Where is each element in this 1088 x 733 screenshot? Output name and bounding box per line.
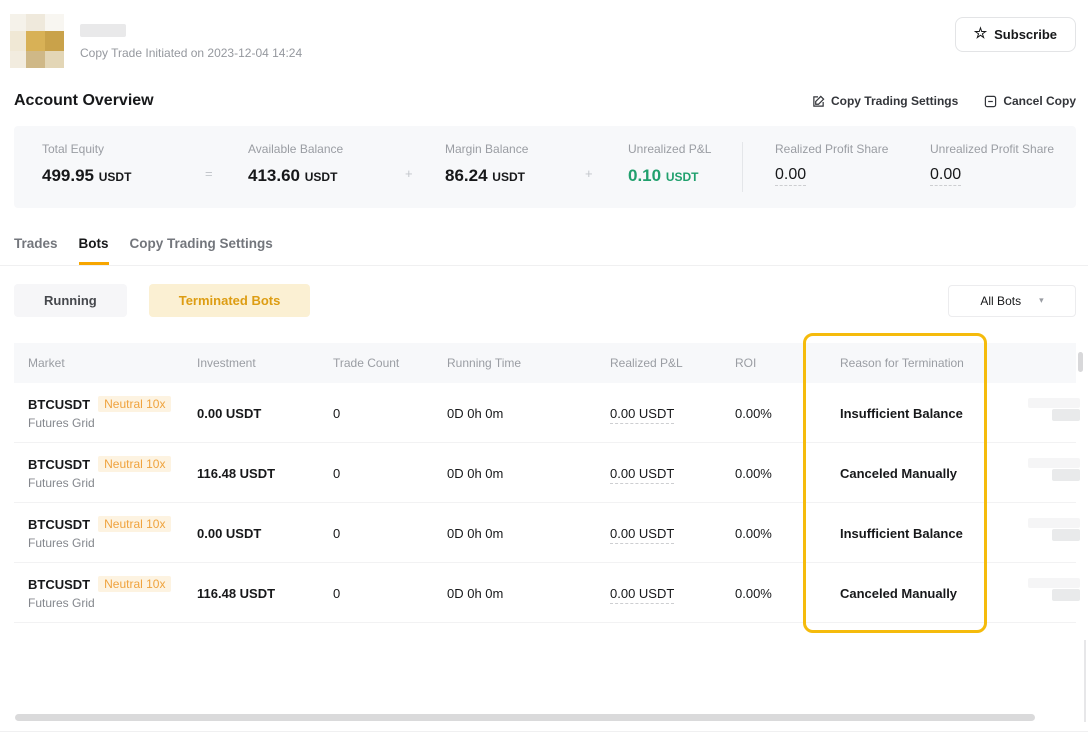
redacted-action xyxy=(1052,469,1080,481)
table-row[interactable]: BTCUSDT Neutral 10x Futures Grid 0.00 USD… xyxy=(14,503,1076,563)
copy-trading-settings-button[interactable]: Copy Trading Settings xyxy=(812,94,958,108)
stat-available-balance: Available Balance 413.60 USDT xyxy=(248,142,343,186)
market-symbol: BTCUSDT xyxy=(28,577,90,592)
tab-bots[interactable]: Bots xyxy=(79,236,109,265)
strategy-badge: Neutral 10x xyxy=(98,396,171,412)
running-time-value: 0D 0h 0m xyxy=(447,526,610,541)
scrollbar-track xyxy=(1084,640,1086,722)
stat-total-equity: Total Equity 499.95 USDT xyxy=(42,142,131,186)
avatar xyxy=(10,14,64,68)
terminated-bots-table: Market Investment Trade Count Running Ti… xyxy=(14,343,1076,623)
realized-pnl-value: 0.00 USDT xyxy=(610,466,674,484)
investment-value: 0.00 USDT xyxy=(197,406,333,421)
redacted-detail xyxy=(1028,398,1080,408)
investment-value: 116.48 USDT xyxy=(197,466,333,481)
bot-type: Futures Grid xyxy=(28,536,197,550)
subscribe-label: Subscribe xyxy=(994,27,1057,42)
market-symbol: BTCUSDT xyxy=(28,457,90,472)
redacted-action xyxy=(1052,529,1080,541)
running-time-value: 0D 0h 0m xyxy=(447,406,610,421)
page-title: Account Overview xyxy=(14,92,154,110)
stat-realized-profit-share: Realized Profit Share 0.00 xyxy=(775,142,888,184)
trader-name-redacted xyxy=(80,24,126,37)
col-investment: Investment xyxy=(197,356,333,370)
copy-trade-initiated-text: Copy Trade Initiated on 2023-12-04 14:24 xyxy=(80,46,302,60)
copy-trading-page: { "profile": { "subtitle": "Copy Trade I… xyxy=(0,0,1088,733)
roi-value: 0.00% xyxy=(735,466,840,481)
stats-divider xyxy=(742,142,743,192)
stat-margin-balance: Margin Balance 86.24 USDT xyxy=(445,142,528,186)
subtab-running[interactable]: Running xyxy=(14,284,127,317)
strategy-badge: Neutral 10x xyxy=(98,576,171,592)
col-reason-for-termination: Reason for Termination xyxy=(840,356,1000,370)
strategy-badge: Neutral 10x xyxy=(98,516,171,532)
roi-value: 0.00% xyxy=(735,526,840,541)
bot-type: Futures Grid xyxy=(28,416,197,430)
all-bots-dropdown[interactable]: All Bots ▾ xyxy=(948,285,1076,317)
minus-square-icon xyxy=(984,95,997,108)
bot-type: Futures Grid xyxy=(28,476,197,490)
trader-profile: Copy Trade Initiated on 2023-12-04 14:24 xyxy=(10,14,302,68)
realized-pnl-value: 0.00 USDT xyxy=(610,526,674,544)
table-header: Market Investment Trade Count Running Ti… xyxy=(14,343,1076,383)
termination-reason: Canceled Manually xyxy=(840,466,1000,481)
trade-count-value: 0 xyxy=(333,586,447,601)
account-stats-panel: Total Equity 499.95 USDT = Available Bal… xyxy=(14,126,1076,208)
bottom-divider xyxy=(0,731,1088,732)
col-realized-pnl: Realized P&L xyxy=(610,356,735,370)
col-running-time: Running Time xyxy=(447,356,610,370)
termination-reason: Insufficient Balance xyxy=(840,406,1000,421)
cancel-copy-button[interactable]: Cancel Copy xyxy=(984,94,1076,108)
stat-unrealized-profit-share: Unrealized Profit Share 0.00 xyxy=(930,142,1054,184)
chevron-down-icon: ▾ xyxy=(1039,295,1044,306)
account-overview-header: Account Overview Copy Trading Settings C… xyxy=(0,92,1088,110)
redacted-detail xyxy=(1028,458,1080,468)
horizontal-scrollbar[interactable] xyxy=(15,714,1035,721)
market-symbol: BTCUSDT xyxy=(28,397,90,412)
running-time-value: 0D 0h 0m xyxy=(447,586,610,601)
star-icon: ☆ xyxy=(974,26,987,41)
trade-count-value: 0 xyxy=(333,406,447,421)
termination-reason: Insufficient Balance xyxy=(840,526,1000,541)
bot-type: Futures Grid xyxy=(28,596,197,610)
subscribe-button[interactable]: ☆ Subscribe xyxy=(955,17,1076,52)
redacted-detail xyxy=(1028,518,1080,528)
table-row[interactable]: BTCUSDT Neutral 10x Futures Grid 116.48 U… xyxy=(14,563,1076,623)
table-row[interactable]: BTCUSDT Neutral 10x Futures Grid 116.48 U… xyxy=(14,443,1076,503)
market-symbol: BTCUSDT xyxy=(28,517,90,532)
redacted-action xyxy=(1052,589,1080,601)
trade-count-value: 0 xyxy=(333,526,447,541)
col-trade-count: Trade Count xyxy=(333,356,447,370)
tab-trades[interactable]: Trades xyxy=(14,236,58,265)
page-header: Copy Trade Initiated on 2023-12-04 14:24… xyxy=(0,0,1088,68)
termination-reason: Canceled Manually xyxy=(840,586,1000,601)
strategy-badge: Neutral 10x xyxy=(98,456,171,472)
realized-pnl-value: 0.00 USDT xyxy=(610,406,674,424)
stat-unrealized-pnl: Unrealized P&L 0.10 USDT xyxy=(628,142,711,186)
col-roi: ROI xyxy=(735,356,840,370)
plus-operator: + xyxy=(405,166,413,181)
redacted-action xyxy=(1052,409,1080,421)
plus-operator: + xyxy=(585,166,593,181)
main-tabs: Trades Bots Copy Trading Settings xyxy=(0,236,1088,266)
equals-operator: = xyxy=(205,166,213,181)
tab-copy-trading-settings[interactable]: Copy Trading Settings xyxy=(130,236,273,265)
col-market: Market xyxy=(28,356,197,370)
running-time-value: 0D 0h 0m xyxy=(447,466,610,481)
trade-count-value: 0 xyxy=(333,466,447,481)
investment-value: 116.48 USDT xyxy=(197,586,333,601)
subtab-terminated-bots[interactable]: Terminated Bots xyxy=(149,284,311,317)
realized-pnl-value: 0.00 USDT xyxy=(610,586,674,604)
bots-toolbar: Running Terminated Bots All Bots ▾ xyxy=(14,284,1076,317)
investment-value: 0.00 USDT xyxy=(197,526,333,541)
vertical-scrollbar-thumb[interactable] xyxy=(1078,352,1083,372)
table-row[interactable]: BTCUSDT Neutral 10x Futures Grid 0.00 USD… xyxy=(14,383,1076,443)
all-bots-dropdown-value: All Bots xyxy=(980,294,1021,308)
roi-value: 0.00% xyxy=(735,586,840,601)
redacted-detail xyxy=(1028,578,1080,588)
roi-value: 0.00% xyxy=(735,406,840,421)
edit-icon xyxy=(812,95,825,108)
